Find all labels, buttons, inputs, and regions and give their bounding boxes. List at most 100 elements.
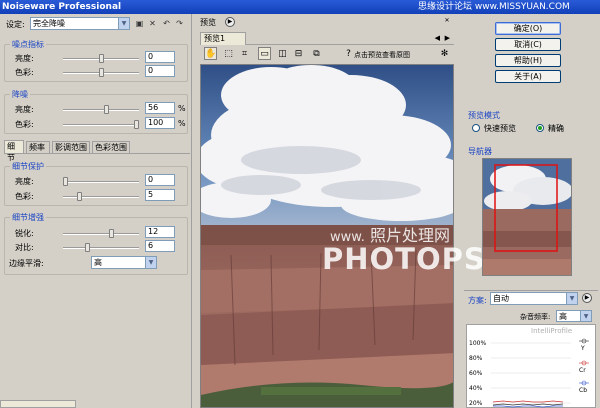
noise-luma-slider[interactable] [63, 54, 139, 63]
chevron-left-icon[interactable]: ◀ [435, 34, 440, 42]
protect-luma-input[interactable]: 0 [145, 174, 175, 186]
slider-thumb[interactable] [99, 54, 104, 63]
save-icon[interactable]: ▣ [134, 18, 145, 29]
preset-row: 设定: 完全降噪 ▼ ▣ ✕ ↶ ↷ [4, 17, 190, 31]
noise-levels-group: 噪点指标 亮度: 0 色彩: 0 [4, 39, 188, 82]
sharpen-slider[interactable] [63, 229, 139, 238]
quality-label: 杂音频率: [520, 313, 551, 321]
preview-hint: 点击预览查看原图 [354, 51, 410, 59]
crop-icon[interactable]: ⌗ [238, 47, 251, 60]
reduction-chroma-input[interactable]: 100 [145, 117, 175, 129]
contrast-input[interactable]: 6 [145, 240, 175, 252]
fast-preview-label: 快速预览 [484, 124, 516, 133]
contrast-slider[interactable] [63, 243, 139, 252]
redo-icon[interactable]: ↷ [174, 18, 185, 29]
tab-divider [4, 153, 190, 154]
chevron-down-icon: ▼ [145, 257, 156, 268]
navigator-image [483, 159, 571, 275]
undo-icon[interactable]: ↶ [161, 18, 172, 29]
chevron-right-icon[interactable]: ▶ [445, 34, 450, 42]
fast-preview-radio[interactable] [472, 124, 480, 132]
protect-luma-slider[interactable] [63, 177, 139, 186]
chevron-down-icon: ▼ [580, 311, 591, 321]
hand-icon[interactable]: ✋ [204, 47, 217, 60]
slider-thumb[interactable] [109, 229, 114, 238]
tab-preview-1[interactable]: 预览1 [200, 32, 246, 45]
close-icon[interactable]: ✕ [442, 17, 452, 27]
single-view-icon[interactable]: ▭ [258, 47, 271, 60]
ok-button[interactable]: 确定(O) [495, 22, 561, 35]
quality-value: 高 [559, 312, 567, 321]
play-icon[interactable]: ▶ [225, 17, 235, 27]
noise-reduction-group: 降噪 亮度: 56 % 色彩: 100 % [4, 89, 188, 134]
action-panel: 确定(O) 取消(C) 帮助(H) 关于(A) 预览模式 快速预览 精确 导航器… [460, 14, 600, 408]
profile-select[interactable]: 自动 ▼ [490, 292, 578, 305]
reduction-chroma-label: 色彩: [15, 120, 34, 129]
percent-label: % [178, 104, 186, 113]
cancel-button[interactable]: 取消(C) [495, 38, 561, 51]
precise-label: 精确 [548, 124, 564, 133]
noise-chroma-slider[interactable] [63, 68, 139, 77]
marquee-icon[interactable]: ⬚ [222, 47, 235, 60]
contrast-label: 对比: [15, 243, 34, 252]
legend-cr: Cr [579, 367, 586, 374]
intelliprofile-graph: IntelliProfile 100% 80% 60% 40% 20% Y Cr… [466, 324, 596, 408]
preset-label: 设定: [6, 20, 25, 29]
quality-select[interactable]: 高 ▼ [556, 310, 592, 322]
slider-thumb[interactable] [134, 120, 139, 129]
preview-toolbar: ✋ ⬚ ⌗ ▭ ◫ ⊟ ⧉ ? 点击预览查看原图 ✻ [200, 47, 454, 62]
legend-y: Y [581, 345, 585, 352]
edge-smoothing-select[interactable]: 高 ▼ [91, 256, 157, 269]
tab-detail[interactable]: 细节 [4, 140, 24, 162]
percent-label: % [178, 119, 186, 128]
profile-value: 自动 [493, 294, 509, 303]
precise-radio[interactable] [536, 124, 544, 132]
edge-smoothing-label: 边缘平滑: [9, 259, 44, 268]
reduction-luma-input[interactable]: 56 [145, 102, 175, 114]
legend-cb: Cb [579, 387, 587, 394]
protect-chroma-slider[interactable] [63, 192, 139, 201]
split-horizontal-icon[interactable]: ⊟ [292, 47, 305, 60]
title-bar: Noiseware Professional 思缘设计论坛 www.MISSYU… [0, 0, 600, 14]
about-button[interactable]: 关于(A) [495, 70, 561, 83]
compare-icon[interactable]: ⧉ [310, 47, 323, 60]
chevron-down-icon: ▼ [118, 18, 129, 29]
slider-thumb[interactable] [63, 177, 68, 186]
noise-levels-title: 噪点指标 [10, 39, 46, 50]
preview-tabbar: 预览1 ◀ ▶ [200, 32, 454, 45]
horizontal-scrollbar[interactable] [0, 400, 76, 408]
slider-thumb[interactable] [77, 192, 82, 201]
protect-chroma-label: 色彩: [15, 192, 34, 201]
slider-thumb[interactable] [85, 243, 90, 252]
protect-luma-label: 亮度: [15, 177, 34, 186]
play-icon[interactable]: ▶ [582, 293, 592, 303]
preview-header: 预览 [200, 18, 216, 27]
edge-smoothing-value: 高 [94, 258, 102, 267]
noise-luma-input[interactable]: 0 [145, 51, 175, 63]
tab-tonal-range[interactable]: 影调范围 [52, 141, 90, 153]
preview-panel: 预览 ▶ ✕ 预览1 ◀ ▶ ✋ ⬚ ⌗ ▭ ◫ ⊟ ⧉ ? 点击预览查看原图 … [198, 14, 456, 408]
help-button[interactable]: 帮助(H) [495, 54, 561, 67]
noise-chroma-input[interactable]: 0 [145, 65, 175, 77]
preset-select[interactable]: 完全降噪 ▼ [30, 17, 130, 30]
reduction-luma-slider[interactable] [63, 105, 139, 114]
spinner-icon: ✻ [440, 49, 449, 59]
split-vertical-icon[interactable]: ◫ [276, 47, 289, 60]
sharpen-input[interactable]: 12 [145, 226, 175, 238]
slider-thumb[interactable] [104, 105, 109, 114]
app-title: Noiseware Professional [2, 2, 122, 12]
noise-chroma-label: 色彩: [15, 68, 34, 77]
tab-frequency[interactable]: 频率 [26, 141, 50, 153]
reduction-chroma-slider[interactable] [63, 120, 139, 129]
watermark-text: 思缘设计论坛 www.MISSYUAN.COM [418, 2, 570, 12]
noise-luma-label: 亮度: [15, 54, 34, 63]
delete-icon[interactable]: ✕ [147, 18, 158, 29]
protect-chroma-input[interactable]: 5 [145, 189, 175, 201]
settings-panel: 设定: 完全降噪 ▼ ▣ ✕ ↶ ↷ 噪点指标 亮度: 0 色彩: 0 降噪 亮… [0, 14, 192, 408]
slider-thumb[interactable] [99, 68, 104, 77]
navigator-thumbnail[interactable] [482, 158, 572, 276]
profile-label: 方案: [468, 296, 487, 305]
tab-color-range[interactable]: 色彩范围 [92, 141, 130, 153]
noise-reduction-title: 降噪 [10, 89, 30, 100]
detail-enhance-group: 细节增强 锐化: 12 对比: 6 边缘平滑: 高 ▼ [4, 212, 188, 275]
